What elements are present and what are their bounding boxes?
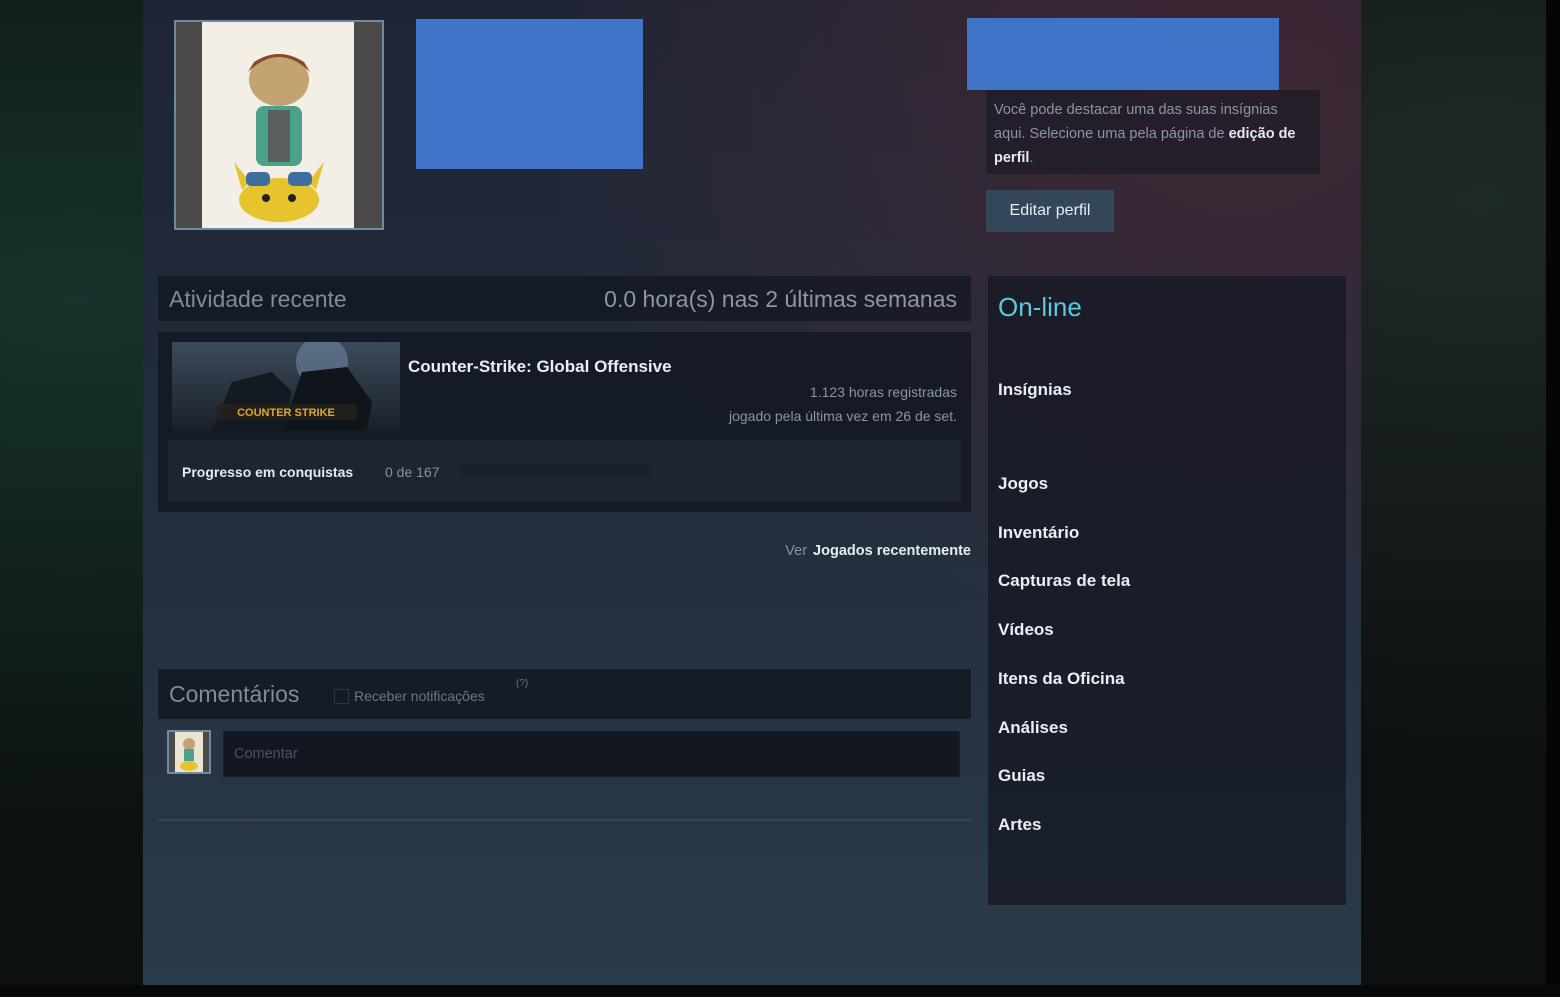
sidebar-link-inventory[interactable]: Inventário: [998, 523, 1079, 543]
comment-input[interactable]: [223, 731, 960, 777]
achievement-progress-panel[interactable]: Progresso em conquistas 0 de 167: [168, 440, 961, 502]
sidebar-link-artwork[interactable]: Artes: [998, 815, 1041, 835]
game-capsule-art: COUNTER STRIKE: [172, 342, 400, 430]
game-capsule[interactable]: COUNTER STRIKE: [172, 342, 400, 430]
profile-page: Você pode destacar uma das suas insígnia…: [143, 0, 1361, 985]
recent-activity-header: Atividade recente 0.0 hora(s) nas 2 últi…: [158, 276, 971, 321]
sidebar-link-guides[interactable]: Guias: [998, 766, 1045, 786]
edit-profile-button[interactable]: Editar perfil: [986, 190, 1114, 232]
sidebar-link-screenshots[interactable]: Capturas de tela: [998, 571, 1130, 591]
recently-played-link[interactable]: Jogados recentemente: [813, 543, 971, 559]
comment-author-avatar: [167, 730, 211, 774]
recent-game-block: COUNTER STRIKE Counter-Strike: Global Of…: [158, 332, 971, 512]
online-status: On-line: [998, 292, 1082, 322]
sidebar-link-workshop[interactable]: Itens da Oficina: [998, 669, 1125, 689]
comments-divider: [158, 819, 971, 821]
game-capsule-logo: COUNTER STRIKE: [237, 407, 335, 419]
sidebar-link-reviews[interactable]: Análises: [998, 718, 1068, 738]
comments-header: Comentários Receber notificações (?): [158, 669, 971, 719]
sidebar-link-badges[interactable]: Insígnias: [998, 380, 1072, 400]
achievement-progress-label: Progresso em conquistas: [182, 464, 354, 480]
badge-hint-end: .: [1029, 150, 1034, 166]
comments-title: Comentários: [169, 681, 300, 707]
screen-bezel: [1546, 0, 1560, 997]
achievement-progress-bar: [460, 464, 650, 478]
notifications-checkbox[interactable]: [334, 689, 349, 704]
sidebar-link-games[interactable]: Jogos: [998, 474, 1048, 494]
redacted-username: [416, 19, 643, 169]
game-name[interactable]: Counter-Strike: Global Offensive: [408, 357, 672, 377]
sidebar-link-videos[interactable]: Vídeos: [998, 620, 1054, 640]
recent-activity-title: Atividade recente: [169, 286, 347, 312]
profile-avatar[interactable]: [174, 20, 384, 230]
screen-bottom-edge: [0, 985, 1560, 997]
view-prefix: Ver: [785, 543, 808, 559]
game-last-played: jogado pela última vez em 26 de set.: [728, 408, 957, 424]
game-hours-on-record: 1.123 horas registradas: [809, 384, 957, 400]
profile-sidebar: On-line Insígnias Jogos Inventário Captu…: [988, 276, 1346, 905]
recent-hours-summary: 0.0 hora(s) nas 2 últimas semanas: [604, 286, 957, 312]
avatar-image: [176, 22, 382, 228]
badge-hint: Você pode destacar uma das suas insígnia…: [986, 90, 1320, 174]
redacted-level: [967, 18, 1279, 90]
comment-avatar-image: [169, 732, 209, 772]
achievement-progress-count: 0 de 167: [385, 464, 440, 480]
notifications-label[interactable]: Receber notificações: [354, 688, 485, 704]
notifications-help[interactable]: (?): [516, 678, 528, 689]
view-recently-played: Ver Jogados recentemente: [785, 543, 971, 559]
